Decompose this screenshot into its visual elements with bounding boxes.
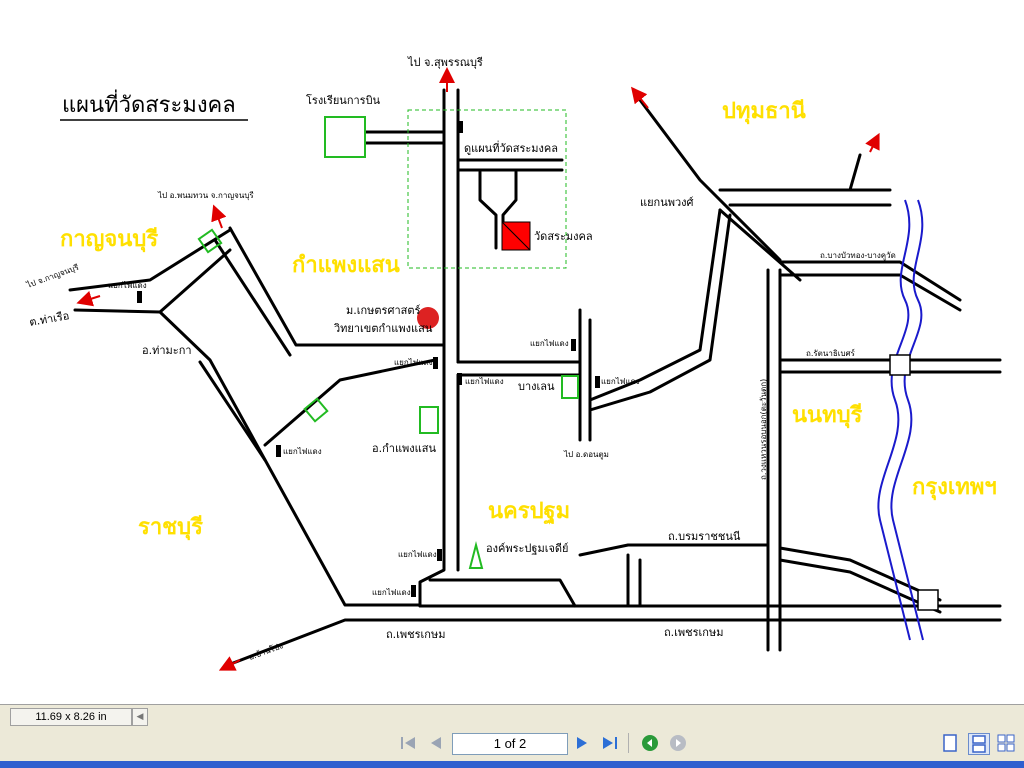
label-phetkasem-2: ถ.เพชรเกษม (664, 626, 723, 639)
traffic-light-label: แยกไฟแดง (530, 339, 569, 348)
label-outer-ring: ถ.วงแหวนรอบนอก(ตะวันตก) (759, 379, 768, 480)
arrow-nonthaburi (865, 132, 880, 153)
traffic-light-label: แยกไฟแดง (394, 358, 433, 367)
next-page-button[interactable] (572, 733, 592, 753)
province-nonthaburi: นนทบุรี (792, 403, 863, 429)
first-page-button[interactable] (398, 733, 418, 753)
kamphaeng-saen-district-marker (419, 406, 439, 434)
previous-page-icon (431, 737, 441, 749)
bridge-marker (889, 354, 911, 376)
page-size-indicator: 11.69 x 8.26 in (10, 708, 132, 726)
province-kamphaeng-saen: กำแพงแสน (292, 253, 400, 278)
last-page-icon (603, 737, 617, 749)
label-to-phanom-thuan: ไป อ.พนมทวน จ.กาญจนบุรี (157, 191, 254, 200)
traffic-light-label: แยกไฟแดง (283, 447, 322, 456)
facing-pages-icon (997, 734, 1015, 752)
province-kanchanaburi: กาญจนบุรี (60, 227, 158, 253)
label-bang-len: บางเลน (518, 380, 555, 393)
continuous-page-button[interactable] (968, 733, 990, 755)
bridge-marker (917, 589, 939, 611)
temple-map: แผนที่วัดสระมงคล แยกไฟแดง แยกไฟแดง แยกไฟ… (25, 56, 1002, 671)
single-page-button[interactable] (940, 733, 960, 753)
traffic-light-label: แยกไฟแดง (601, 377, 640, 386)
label-rattanathibet: ถ.รัตนาธิเบศร์ (806, 348, 856, 358)
last-page-button[interactable] (600, 733, 620, 753)
next-page-icon (577, 737, 587, 749)
first-page-icon (401, 737, 415, 749)
horizontal-scroll-left[interactable]: ◀ (132, 708, 148, 726)
go-forward-button[interactable] (668, 733, 688, 753)
province-ratchaburi: ราชบุรี (138, 515, 203, 541)
bang-len-marker (561, 375, 579, 399)
label-borommaratchachonnani: ถ.บรมราชชนนี (668, 530, 741, 543)
label-kanmphong-junction: แยกนพวงศ์ (640, 196, 694, 209)
label-amphoe-kamphaeng-saen: อ.กำแพงแสน (372, 442, 436, 455)
label-temple-detail: ดูแผนที่วัดสระมงคล (464, 140, 558, 155)
taskbar-edge (0, 761, 1024, 768)
label-to-kanchanaburi: ไป จ.กาญจนบุรี (25, 263, 81, 291)
page-navigation-bar: 1 of 2 (0, 727, 1024, 761)
label-ban-pong: อ.บ้านโป่ง (247, 640, 284, 662)
label-temple: วัดสระมงคล (534, 230, 593, 243)
province-nakhon-pathom: นครปฐม (488, 499, 570, 525)
arrow-kanchanaburi (76, 290, 101, 307)
temple-area-outline (407, 109, 567, 269)
label-tha-ruea: ต.ท่าเรือ (28, 309, 70, 329)
traffic-light-label: แยกไฟแดง (372, 588, 411, 597)
facing-pages-button[interactable] (996, 733, 1016, 753)
previous-page-button[interactable] (426, 733, 446, 753)
chedi-icon (468, 541, 484, 569)
label-tha-maka: อ.ท่ามะกา (142, 344, 192, 357)
label-bang-bua-thong: ถ.บางบัวทอง-บางคูวัด (820, 251, 896, 261)
label-kasetsart-2: วิทยาเขตกำแพงแสน (333, 322, 433, 335)
single-page-icon (943, 734, 957, 752)
label-kasetsart-1: ม.เกษตรศาสตร์ (346, 304, 420, 317)
label-to-suphanburi: ไป จ.สุพรรณบุรี (407, 56, 483, 69)
label-flight-school: โรงเรียนการบิน (306, 93, 381, 107)
traffic-light-label: แยกไฟแดง (398, 550, 437, 559)
arrow-pathum (631, 86, 649, 109)
map-title: แผนที่วัดสระมงคล (62, 89, 236, 118)
page-number-field[interactable]: 1 of 2 (452, 733, 568, 755)
province-bangkok: กรุงเทพฯ (912, 475, 997, 501)
label-phra-pathom-chedi: องค์พระปฐมเจดีย์ (486, 542, 569, 555)
label-to-don-tum: ไป อ.ดอนตูม (563, 450, 609, 460)
continuous-page-icon (972, 735, 986, 753)
status-bar: 11.69 x 8.26 in ◀ (0, 704, 1024, 728)
traffic-light-label: แยกไฟแดง (465, 377, 504, 386)
go-back-button[interactable] (640, 733, 660, 753)
flight-school-marker (324, 116, 366, 158)
label-phetkasem-1: ถ.เพชรเกษม (386, 628, 445, 641)
province-pathum-thani: ปทุมธานี (722, 99, 806, 125)
arrow-phanom-thuan (211, 204, 227, 229)
roads (68, 88, 1002, 667)
traffic-light-label: แยกไฟแดง (108, 281, 147, 290)
forward-icon (670, 735, 686, 751)
back-icon (642, 735, 658, 751)
